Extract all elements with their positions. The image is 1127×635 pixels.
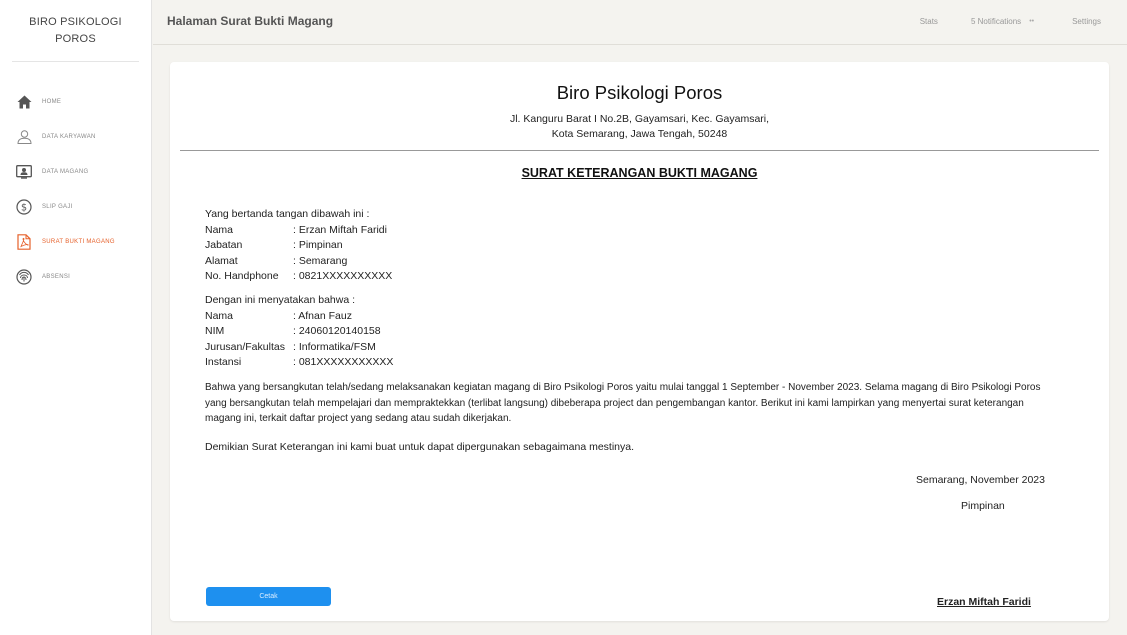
sidebar-nav: HOME DATA KARYAWAN DATA MAGANG $ SLIP GA… [0,84,151,294]
top-navbar: Halaman Surat Bukti Magang Stats 5 Notif… [153,0,1127,45]
field-label: Jabatan [205,239,243,251]
sidebar-item-data-karyawan[interactable]: DATA KARYAWAN [0,119,151,154]
field-value: : Pimpinan [293,239,343,251]
address-line-2: Kota Semarang, Jawa Tengah, 50248 [551,127,728,140]
pdf-icon [16,233,32,250]
dollar-icon: $ [16,198,32,215]
intern-row: NIM : 24060120140158 [205,324,393,340]
letterhead-address: Jl. Kanguru Barat I No.2B, Gayamsari, Ke… [170,112,1109,141]
sidebar-item-label: DATA MAGANG [42,168,89,175]
intern-row: Nama : Afnan Fauz [205,309,393,325]
field-label: No. Handphone [205,270,279,282]
signer-row: No. Handphone : 0821XXXXXXXXXX [205,269,392,285]
field-label: Nama [205,223,234,236]
field-value: : Afnan Fauz [293,309,352,322]
letter-closing: Demikian Surat Keterangan ini kami buat … [205,441,635,453]
home-icon [16,94,32,110]
letterhead-divider [180,150,1099,151]
intern-row: Jurusan/Fakultas : Informatika/FSM [205,340,393,356]
field-label: Nama [205,309,234,322]
field-label: Jurusan/Fakultas [205,340,285,353]
field-label: Alamat [205,254,238,267]
sidebar-item-surat-bukti-magang[interactable]: SURAT BUKTI MAGANG [0,224,151,259]
brand-line-2: POROS [55,33,96,45]
signer-row: Jabatan : Pimpinan [205,238,392,254]
sidebar-item-data-magang[interactable]: DATA MAGANG [0,154,151,189]
field-value: : Erzan Miftah Faridi [293,223,387,236]
intern-section: Dengan ini menyatakan bahwa : Nama : Afna… [205,293,393,371]
stats-link[interactable]: Stats [920,17,938,26]
fingerprint-icon [16,268,32,285]
body-line-1: Bahwa yang bersangkutan telah/sedang mel… [205,382,1041,393]
signer-row: Alamat : Semarang [205,254,392,270]
sidebar-item-label: SURAT BUKTI MAGANG [42,238,115,245]
sidebar: BIRO PSIKOLOGI POROS HOME DATA KARYAWAN … [0,0,152,635]
field-value: : 24060120140158 [293,325,381,337]
settings-link[interactable]: Settings [1072,17,1101,26]
sidebar-item-home[interactable]: HOME [0,84,151,119]
signer-intro: Yang bertanda tangan dibawah ini : [205,208,370,220]
statement-intro: Dengan ini menyatakan bahwa : [205,294,356,306]
notifications-link[interactable]: 5 Notifications [971,17,1021,26]
sidebar-item-label: DATA KARYAWAN [42,133,96,140]
field-value: : Semarang [293,254,348,267]
signer-section: Yang bertanda tangan dibawah ini : Nama:… [205,207,392,285]
print-button[interactable]: Cetak [206,587,331,606]
id-card-icon [16,164,32,180]
signer-row: Nama : Erzan Miftah Faridi [205,223,392,239]
address-line-1: Jl. Kanguru Barat I No.2B, Gayamsari, Ke… [509,113,770,125]
intern-row: Instansi : 081XXXXXXXXXXX [205,355,393,371]
letter-body: Bahwa yang bersangkutan telah/sedang mel… [205,380,1065,427]
sidebar-item-label: ABSENSI [42,273,71,280]
field-value: : Informatika/FSM [293,340,376,353]
signer-name: Erzan Miftah Faridi [937,596,1031,608]
sidebar-item-absensi[interactable]: ABSENSI [0,259,151,294]
letter-card: Biro Psikologi Poros Jl. Kanguru Barat I… [170,62,1109,621]
svg-text:$: $ [21,202,27,213]
body-line-3: magang ini, terkait daftar project yang … [205,413,512,424]
field-value: : 081XXXXXXXXXXX [293,356,394,368]
body-line-2: yang bersangkutan telah mempelajari dan … [205,397,1024,409]
brand-line-1: BIRO PSIKOLOGI [29,16,122,28]
signer-position: Pimpinan [961,500,1005,512]
sidebar-divider [12,61,139,62]
letterhead-org-name: Biro Psikologi Poros [556,82,723,103]
field-label: Instansi [205,356,242,368]
brand-logo-text[interactable]: BIRO PSIKOLOGI POROS [0,0,151,48]
page-title: Halaman Surat Bukti Magang [167,14,334,28]
sidebar-item-label: HOME [42,98,62,105]
sidebar-item-slip-gaji[interactable]: $ SLIP GAJI [0,189,151,224]
place-date: Semarang, November 2023 [916,474,1045,486]
sidebar-item-label: SLIP GAJI [42,203,73,210]
field-value: : 0821XXXXXXXXXX [293,270,393,282]
user-icon [16,129,32,145]
navbar-links: Stats 5 Notifications •• Settings [920,17,1101,26]
letter-title: SURAT KETERANGAN BUKTI MAGANG [521,166,758,180]
caret-icon[interactable]: •• [1029,18,1034,25]
field-label: NIM [205,325,225,337]
